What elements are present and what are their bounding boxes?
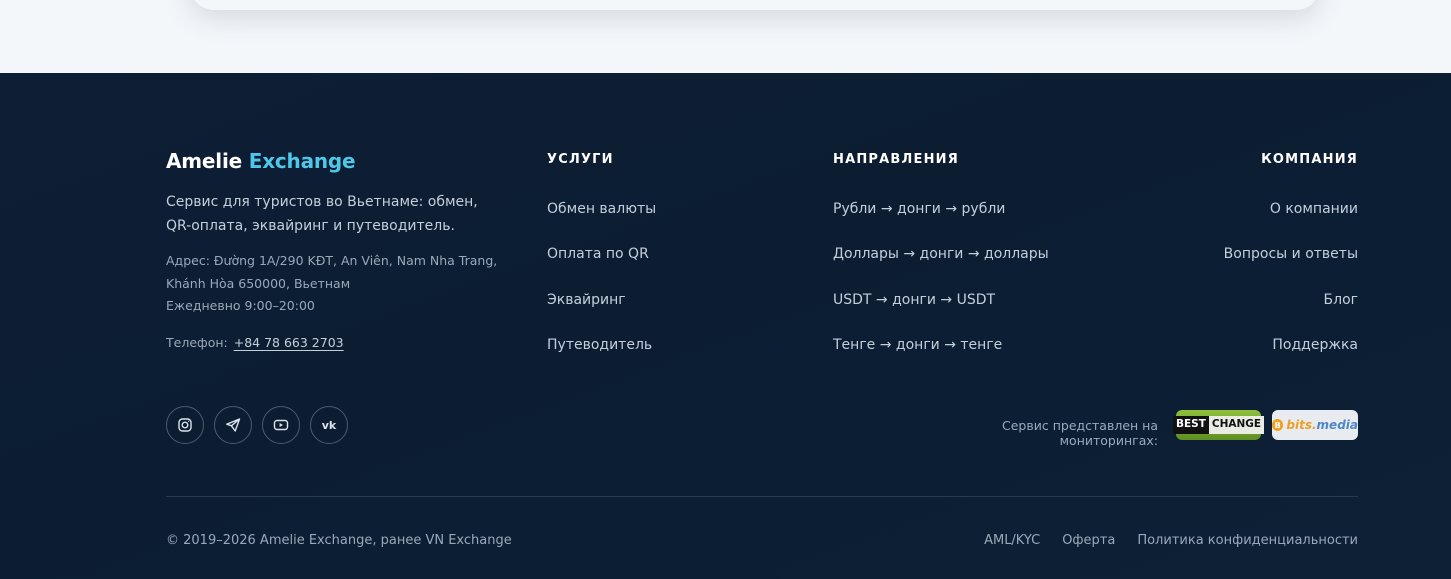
address-line-1: Адрес: Đường 1A/290 KĐT, An Viên, Nam Nh…	[166, 253, 498, 268]
bitsmedia-text: bits.media	[1286, 418, 1358, 432]
link-qr-payment[interactable]: Оплата по QR	[547, 246, 656, 291]
link-guide[interactable]: Путеводитель	[547, 337, 656, 382]
vk-icon[interactable]: vk	[310, 406, 348, 444]
content-card-bottom-edge	[190, 0, 1320, 10]
bestchange-text-2: CHANGE	[1208, 416, 1265, 434]
footer-logo[interactable]: Amelie Exchange	[166, 149, 356, 173]
phone-label: Телефон:	[166, 335, 228, 350]
instagram-icon[interactable]	[166, 406, 204, 444]
directions-links: Рубли → донги → рубли Доллары → донги → …	[833, 201, 1049, 382]
footer-phone: Телефон: +84 78 663 2703	[166, 335, 344, 350]
phone-link[interactable]: +84 78 663 2703	[234, 335, 344, 350]
link-direction-usdt[interactable]: USDT → донги → USDT	[833, 292, 1049, 337]
company-column-title: КОМПАНИЯ	[1261, 152, 1358, 167]
site-footer: Amelie Exchange Сервис для туристов во В…	[0, 73, 1451, 579]
link-privacy-policy[interactable]: Политика конфиденциальности	[1137, 533, 1358, 548]
bitsmedia-coin-icon: B	[1272, 419, 1284, 431]
link-support[interactable]: Поддержка	[1224, 337, 1358, 382]
footer-address: Адрес: Đường 1A/290 KĐT, An Viên, Nam Nh…	[166, 250, 516, 318]
link-blog[interactable]: Блог	[1224, 292, 1358, 337]
address-line-2: Khánh Hòa 650000, Вьетнам	[166, 275, 351, 291]
social-links: vk	[166, 406, 348, 444]
vk-glyph: vk	[321, 418, 337, 432]
logo-text-accent: Exchange	[248, 149, 356, 173]
footer-description: Сервис для туристов во Вьетнаме: обмен, …	[166, 194, 478, 234]
link-direction-usd[interactable]: Доллары → донги → доллары	[833, 246, 1049, 291]
link-aml-kyc[interactable]: AML/KYC	[984, 533, 1040, 548]
bitsmedia-badge[interactable]: B bits.media	[1272, 410, 1358, 440]
bestchange-text-1: BEST	[1172, 416, 1209, 434]
monitoring-label: Сервис представлен на мониторингах:	[1002, 418, 1158, 448]
link-about[interactable]: О компании	[1224, 201, 1358, 246]
youtube-icon[interactable]	[262, 406, 300, 444]
footer-divider	[166, 496, 1358, 497]
link-direction-rub[interactable]: Рубли → донги → рубли	[833, 201, 1049, 246]
link-acquiring[interactable]: Эквайринг	[547, 292, 656, 337]
link-faq[interactable]: Вопросы и ответы	[1224, 246, 1358, 291]
page-top-area	[0, 0, 1451, 73]
services-column-title: УСЛУГИ	[547, 152, 614, 167]
directions-column-title: НАПРАВЛЕНИЯ	[833, 152, 959, 167]
logo-text-primary: Amelie	[166, 149, 242, 173]
bitsmedia-text-1: bits.	[1286, 418, 1317, 432]
legal-links: AML/KYC Оферта Политика конфиденциальнос…	[984, 533, 1358, 548]
link-currency-exchange[interactable]: Обмен валюты	[547, 201, 656, 246]
link-direction-kzt[interactable]: Тенге → донги → тенге	[833, 337, 1049, 382]
bestchange-badge[interactable]: BEST CHANGE	[1172, 410, 1265, 440]
link-offer[interactable]: Оферта	[1062, 533, 1115, 548]
services-links: Обмен валюты Оплата по QR Эквайринг Путе…	[547, 201, 656, 382]
copyright: © 2019–2026 Amelie Exchange, ранее VN Ex…	[166, 533, 512, 548]
telegram-icon[interactable]	[214, 406, 252, 444]
working-hours: Ежедневно 9:00–20:00	[166, 298, 315, 313]
bitsmedia-text-2: media	[1316, 418, 1358, 432]
company-links: О компании Вопросы и ответы Блог Поддерж…	[1224, 201, 1358, 382]
